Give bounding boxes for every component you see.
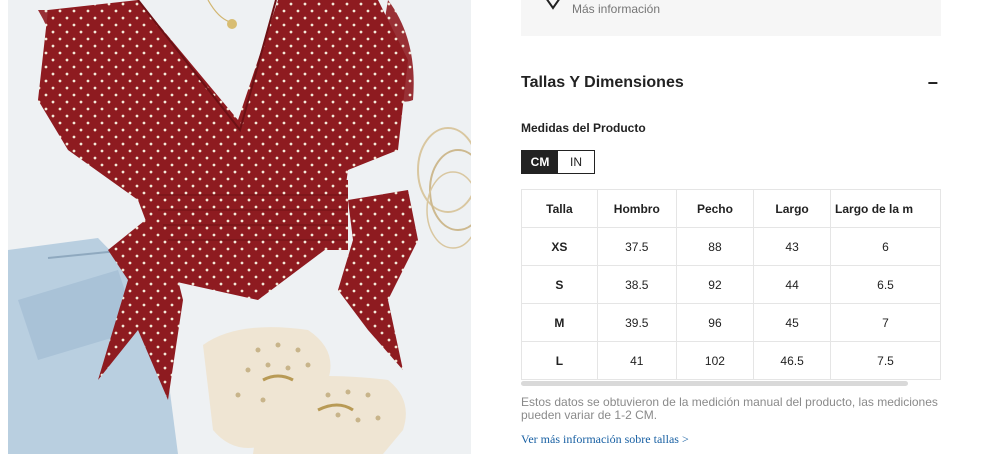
table-cell: 43 [753, 227, 832, 266]
table-cell: 92 [675, 265, 755, 304]
measurement-note: Estos datos se obtuvieron de la medición… [521, 395, 938, 422]
size-cell: L [521, 341, 598, 380]
table-row: L 41 102 46.5 7.5 [521, 341, 941, 380]
table-cell: 46.5 [753, 341, 832, 380]
table-cell: 7.5 [830, 341, 941, 380]
table-cell: 45 [753, 303, 832, 342]
size-cell: M [521, 303, 598, 342]
unit-in-button[interactable]: IN [558, 151, 594, 173]
shield-icon [543, 0, 563, 17]
table-cell: 88 [675, 227, 755, 266]
product-measurements-title: Medidas del Producto [521, 121, 646, 135]
table-cell: 96 [675, 303, 755, 342]
table-header-row: Talla Hombro Pecho Largo Largo de la m [521, 189, 941, 228]
table-cell: 39.5 [596, 303, 677, 342]
unit-cm-button[interactable]: CM [522, 151, 558, 173]
collapse-toggle[interactable]: − [927, 74, 938, 92]
header-cell: Largo [753, 189, 832, 228]
more-info-text[interactable]: Más información [572, 2, 660, 16]
size-cell: S [521, 265, 598, 304]
table-cell: 6 [830, 227, 941, 266]
table-cell: 102 [675, 341, 755, 380]
header-cell: Largo de la m [830, 189, 941, 228]
table-row: XS 37.5 88 43 6 [521, 227, 941, 266]
horizontal-scrollbar[interactable] [521, 381, 908, 386]
size-table-container[interactable]: Talla Hombro Pecho Largo Largo de la m X… [521, 189, 941, 380]
table-row: M 39.5 96 45 7 [521, 303, 941, 342]
table-cell: 38.5 [596, 265, 677, 304]
header-cell: Pecho [675, 189, 755, 228]
table-row: S 38.5 92 44 6.5 [521, 265, 941, 304]
header-cell: Talla [521, 189, 598, 228]
product-details-panel: Más información Tallas Y Dimensiones − M… [521, 0, 941, 454]
product-image[interactable] [8, 0, 471, 454]
table-cell: 44 [753, 265, 832, 304]
section-title: Tallas Y Dimensiones [521, 74, 684, 91]
size-info-link[interactable]: Ver más información sobre tallas > [521, 432, 689, 447]
info-box[interactable]: Más información [521, 0, 941, 36]
size-cell: XS [521, 227, 598, 266]
table-cell: 6.5 [830, 265, 941, 304]
unit-switch: CM IN [521, 150, 595, 174]
table-cell: 7 [830, 303, 941, 342]
table-cell: 37.5 [596, 227, 677, 266]
table-cell: 41 [596, 341, 677, 380]
header-cell: Hombro [596, 189, 677, 228]
size-table: Talla Hombro Pecho Largo Largo de la m X… [521, 189, 941, 380]
